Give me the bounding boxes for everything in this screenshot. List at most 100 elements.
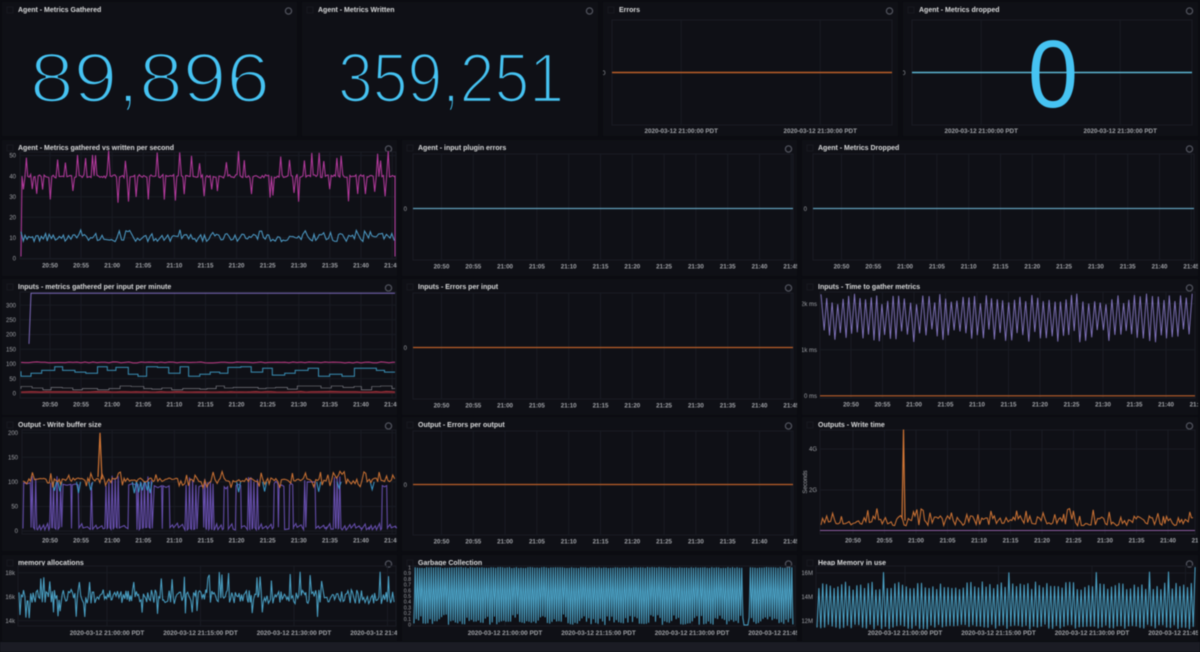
svg-text:20:55: 20:55 xyxy=(73,263,89,270)
svg-text:21:10: 21:10 xyxy=(969,402,985,409)
svg-text:20:50: 20:50 xyxy=(42,263,58,270)
svg-text:21:35: 21:35 xyxy=(1120,264,1136,271)
svg-text:0: 0 xyxy=(1028,21,1078,128)
svg-text:150: 150 xyxy=(6,347,17,353)
svg-text:Outputs - Write time: Outputs - Write time xyxy=(818,422,885,429)
svg-text:21:35: 21:35 xyxy=(720,539,736,546)
svg-text:21:30: 21:30 xyxy=(1097,538,1113,545)
svg-text:21:45: 21:45 xyxy=(783,403,797,410)
svg-text:2G: 2G xyxy=(809,488,817,494)
svg-text:21:25: 21:25 xyxy=(656,539,672,546)
svg-text:50: 50 xyxy=(9,154,16,160)
svg-text:21:05: 21:05 xyxy=(135,263,151,270)
svg-text:21:10: 21:10 xyxy=(166,263,182,270)
svg-text:200: 200 xyxy=(6,333,17,339)
svg-text:21:35: 21:35 xyxy=(322,538,338,545)
svg-text:Agent - Metrics Written: Agent - Metrics Written xyxy=(318,7,395,14)
svg-text:21:05: 21:05 xyxy=(929,264,945,271)
svg-text:21:40: 21:40 xyxy=(1152,264,1168,271)
svg-text:21:30: 21:30 xyxy=(291,538,307,545)
svg-text:0: 0 xyxy=(804,207,808,213)
svg-text:21:00: 21:00 xyxy=(908,538,924,545)
svg-text:40: 40 xyxy=(9,174,16,180)
svg-text:0: 0 xyxy=(903,71,906,77)
svg-text:0: 0 xyxy=(13,392,17,398)
svg-text:50: 50 xyxy=(9,377,16,383)
svg-text:21:25: 21:25 xyxy=(656,403,672,410)
svg-text:20:55: 20:55 xyxy=(73,402,89,409)
svg-text:2020-03-12 21:30:00 PDT: 2020-03-12 21:30:00 PDT xyxy=(1083,128,1157,135)
svg-text:21:20: 21:20 xyxy=(624,539,640,546)
svg-text:21:20: 21:20 xyxy=(1032,402,1048,409)
svg-text:12M: 12M xyxy=(802,619,813,625)
svg-text:21:10: 21:10 xyxy=(961,264,977,271)
svg-text:2020-03-12 21:00:00 PDT: 2020-03-12 21:00:00 PDT xyxy=(944,128,1018,135)
svg-text:21:15: 21:15 xyxy=(993,264,1009,271)
svg-text:21:45: 21:45 xyxy=(1192,538,1198,545)
svg-text:359,251: 359,251 xyxy=(338,39,564,117)
svg-text:21:10: 21:10 xyxy=(166,402,182,409)
svg-text:21:25: 21:25 xyxy=(260,402,276,409)
svg-text:20: 20 xyxy=(9,216,16,222)
svg-text:Agent - Metrics Dropped: Agent - Metrics Dropped xyxy=(818,145,899,152)
svg-text:150: 150 xyxy=(8,456,19,462)
svg-text:21:10: 21:10 xyxy=(971,538,987,545)
svg-text:21:45: 21:45 xyxy=(783,264,797,271)
svg-text:21:45: 21:45 xyxy=(1190,402,1198,409)
svg-text:0: 0 xyxy=(603,71,606,77)
svg-text:21:15: 21:15 xyxy=(593,539,609,546)
svg-text:21:40: 21:40 xyxy=(1158,402,1174,409)
svg-text:21:15: 21:15 xyxy=(593,403,609,410)
svg-text:20:55: 20:55 xyxy=(465,264,481,271)
svg-text:21:15: 21:15 xyxy=(1001,402,1017,409)
svg-text:21:05: 21:05 xyxy=(938,402,954,409)
svg-text:21:05: 21:05 xyxy=(529,539,545,546)
svg-text:21:20: 21:20 xyxy=(229,263,245,270)
svg-text:21:20: 21:20 xyxy=(229,402,245,409)
svg-text:Inputs - metrics gathered per: Inputs - metrics gathered per input per … xyxy=(18,284,171,291)
svg-text:21:25: 21:25 xyxy=(1066,538,1082,545)
svg-text:21:10: 21:10 xyxy=(561,539,577,546)
svg-text:21:05: 21:05 xyxy=(529,403,545,410)
svg-text:50: 50 xyxy=(11,505,18,511)
svg-text:20:50: 20:50 xyxy=(434,264,450,271)
svg-text:21:30: 21:30 xyxy=(688,403,704,410)
svg-text:200: 200 xyxy=(8,431,19,437)
svg-text:2020-03-12 21:30:00 PDT: 2020-03-12 21:30:00 PDT xyxy=(1055,630,1130,637)
svg-text:2020-03-12 21:00:00 PDT: 2020-03-12 21:00:00 PDT xyxy=(868,630,943,637)
svg-text:2020-03-12 21:15:00 PDT: 2020-03-12 21:15:00 PDT xyxy=(561,630,636,637)
svg-text:16M: 16M xyxy=(802,571,813,577)
svg-text:0: 0 xyxy=(408,623,411,629)
svg-text:21:00: 21:00 xyxy=(497,403,513,410)
svg-text:Errors: Errors xyxy=(619,7,640,14)
svg-text:0: 0 xyxy=(404,483,408,489)
svg-text:0: 0 xyxy=(404,207,408,213)
svg-text:Inputs - Time to gather metric: Inputs - Time to gather metrics xyxy=(818,284,920,291)
svg-text:21:00: 21:00 xyxy=(104,263,120,270)
svg-text:21:00: 21:00 xyxy=(497,264,513,271)
svg-text:21:30: 21:30 xyxy=(688,539,704,546)
svg-text:21:40: 21:40 xyxy=(752,264,768,271)
svg-text:21:45: 21:45 xyxy=(384,538,397,545)
svg-text:21:20: 21:20 xyxy=(1024,264,1040,271)
svg-text:21:05: 21:05 xyxy=(940,538,956,545)
svg-text:21:45: 21:45 xyxy=(1183,264,1198,271)
svg-text:20:50: 20:50 xyxy=(834,264,850,271)
svg-text:21:15: 21:15 xyxy=(198,402,214,409)
svg-text:20:55: 20:55 xyxy=(875,402,891,409)
svg-text:21:30: 21:30 xyxy=(291,402,307,409)
svg-text:18k: 18k xyxy=(5,571,16,577)
svg-text:21:10: 21:10 xyxy=(561,264,577,271)
svg-text:21:30: 21:30 xyxy=(291,263,307,270)
svg-text:21:20: 21:20 xyxy=(624,264,640,271)
svg-text:21:00: 21:00 xyxy=(104,538,120,545)
svg-text:16k: 16k xyxy=(5,595,16,601)
svg-text:21:05: 21:05 xyxy=(135,402,151,409)
svg-text:21:00: 21:00 xyxy=(897,264,913,271)
svg-text:21:40: 21:40 xyxy=(752,403,768,410)
svg-text:2020-03-12 21:15:00 PDT: 2020-03-12 21:15:00 PDT xyxy=(163,630,238,637)
svg-text:2k ms: 2k ms xyxy=(802,302,817,308)
svg-text:2020-03-12 21:00:00 PDT: 2020-03-12 21:00:00 PDT xyxy=(70,630,145,637)
svg-text:21:15: 21:15 xyxy=(593,264,609,271)
svg-text:2020-03-12 21:00:00 PDT: 2020-03-12 21:00:00 PDT xyxy=(468,630,543,637)
